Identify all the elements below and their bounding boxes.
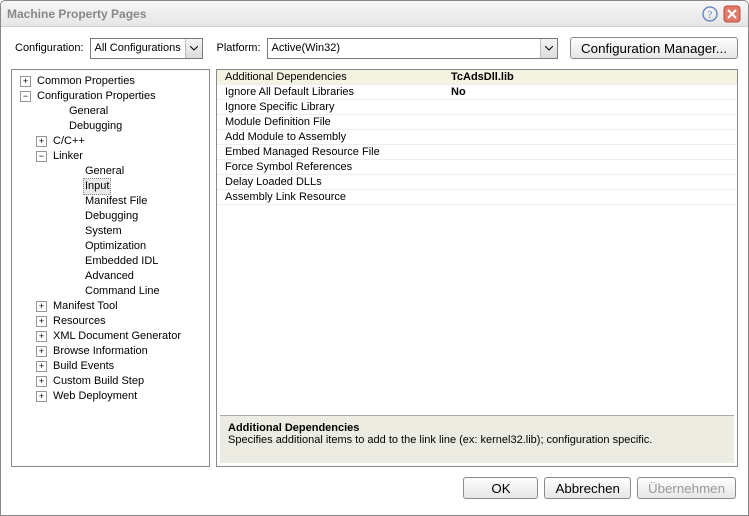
property-name: Additional Dependencies	[217, 70, 447, 84]
expand-icon[interactable]: +	[36, 376, 47, 387]
content-area: +Common Properties −Configuration Proper…	[1, 69, 748, 467]
cancel-button[interactable]: Abbrechen	[544, 477, 630, 499]
tree-general[interactable]: General	[67, 104, 110, 119]
footer: OK Abbrechen Übernehmen	[1, 467, 748, 509]
tree-debugging[interactable]: Debugging	[67, 119, 124, 134]
configuration-value: All Configurations	[95, 42, 181, 54]
expand-icon[interactable]: +	[36, 331, 47, 342]
property-name: Delay Loaded DLLs	[217, 175, 447, 189]
tree-linker-embedded-idl[interactable]: Embedded IDL	[83, 254, 160, 269]
property-name: Force Symbol References	[217, 160, 447, 174]
property-value[interactable]: TcAdsDll.lib	[447, 70, 737, 84]
right-pane: Additional DependenciesTcAdsDll.libIgnor…	[216, 69, 738, 467]
description-text: Specifies additional items to add to the…	[228, 434, 726, 446]
platform-label: Platform:	[217, 42, 261, 54]
property-row[interactable]: Force Symbol References	[217, 160, 737, 175]
tree-resources[interactable]: Resources	[51, 314, 108, 329]
chevron-down-icon	[540, 39, 557, 58]
ok-button[interactable]: OK	[463, 477, 538, 499]
tree-linker-input[interactable]: Input	[83, 178, 111, 195]
property-value[interactable]	[447, 160, 737, 174]
expand-icon[interactable]: +	[36, 136, 47, 147]
property-grid[interactable]: Additional DependenciesTcAdsDll.libIgnor…	[217, 70, 737, 412]
property-value[interactable]	[447, 145, 737, 159]
tree-linker-debugging[interactable]: Debugging	[83, 209, 140, 224]
property-row[interactable]: Ignore Specific Library	[217, 100, 737, 115]
title-bar: Machine Property Pages ?	[1, 1, 748, 27]
property-value[interactable]	[447, 130, 737, 144]
tree-web-deployment[interactable]: Web Deployment	[51, 389, 139, 404]
expand-icon[interactable]: +	[20, 76, 31, 87]
tree-build-events[interactable]: Build Events	[51, 359, 116, 374]
configuration-combo[interactable]: All Configurations	[90, 38, 203, 59]
description-pane: Additional Dependencies Specifies additi…	[220, 415, 734, 463]
window-title: Machine Property Pages	[7, 7, 698, 21]
property-value[interactable]	[447, 100, 737, 114]
tree-custom-build-step[interactable]: Custom Build Step	[51, 374, 146, 389]
property-row[interactable]: Additional DependenciesTcAdsDll.lib	[217, 70, 737, 85]
tree-linker[interactable]: Linker	[51, 149, 85, 164]
property-row[interactable]: Assembly Link Resource	[217, 190, 737, 205]
expand-icon[interactable]: +	[36, 391, 47, 402]
property-name: Module Definition File	[217, 115, 447, 129]
config-bar: Configuration: All Configurations Platfo…	[1, 27, 748, 69]
property-tree[interactable]: +Common Properties −Configuration Proper…	[14, 74, 207, 404]
property-row[interactable]: Embed Managed Resource File	[217, 145, 737, 160]
close-icon[interactable]	[722, 4, 742, 24]
expand-icon[interactable]: +	[36, 316, 47, 327]
svg-text:?: ?	[708, 10, 713, 21]
property-name: Ignore Specific Library	[217, 100, 447, 114]
tree-linker-optimization[interactable]: Optimization	[83, 239, 148, 254]
property-name: Embed Managed Resource File	[217, 145, 447, 159]
expand-icon[interactable]: +	[36, 346, 47, 357]
tree-linker-advanced[interactable]: Advanced	[83, 269, 136, 284]
apply-button[interactable]: Übernehmen	[637, 477, 736, 499]
help-icon[interactable]: ?	[700, 4, 720, 24]
tree-linker-manifest-file[interactable]: Manifest File	[83, 194, 149, 209]
property-value[interactable]	[447, 175, 737, 189]
property-row[interactable]: Add Module to Assembly	[217, 130, 737, 145]
tree-manifest-tool[interactable]: Manifest Tool	[51, 299, 120, 314]
property-value[interactable]	[447, 190, 737, 204]
tree-xml-doc-gen[interactable]: XML Document Generator	[51, 329, 183, 344]
property-name: Ignore All Default Libraries	[217, 85, 447, 99]
expand-icon[interactable]: +	[36, 361, 47, 372]
tree-linker-command-line[interactable]: Command Line	[83, 284, 162, 299]
configuration-manager-button[interactable]: Configuration Manager...	[570, 37, 738, 59]
configuration-label: Configuration:	[15, 42, 84, 54]
property-row[interactable]: Ignore All Default LibrariesNo	[217, 85, 737, 100]
property-value[interactable]: No	[447, 85, 737, 99]
property-row[interactable]: Delay Loaded DLLs	[217, 175, 737, 190]
tree-common-properties[interactable]: Common Properties	[35, 74, 137, 89]
tree-linker-system[interactable]: System	[83, 224, 124, 239]
property-row[interactable]: Module Definition File	[217, 115, 737, 130]
collapse-icon[interactable]: −	[36, 151, 47, 162]
property-name: Add Module to Assembly	[217, 130, 447, 144]
tree-ccpp[interactable]: C/C++	[51, 134, 87, 149]
tree-configuration-properties[interactable]: Configuration Properties	[35, 89, 158, 104]
property-name: Assembly Link Resource	[217, 190, 447, 204]
tree-pane: +Common Properties −Configuration Proper…	[11, 69, 210, 467]
platform-combo[interactable]: Active(Win32)	[267, 38, 559, 59]
tree-linker-general[interactable]: General	[83, 164, 126, 179]
tree-browse-info[interactable]: Browse Information	[51, 344, 150, 359]
property-value[interactable]	[447, 115, 737, 129]
collapse-icon[interactable]: −	[20, 91, 31, 102]
expand-icon[interactable]: +	[36, 301, 47, 312]
description-title: Additional Dependencies	[228, 422, 726, 434]
chevron-down-icon	[185, 39, 202, 58]
platform-value: Active(Win32)	[272, 42, 340, 54]
